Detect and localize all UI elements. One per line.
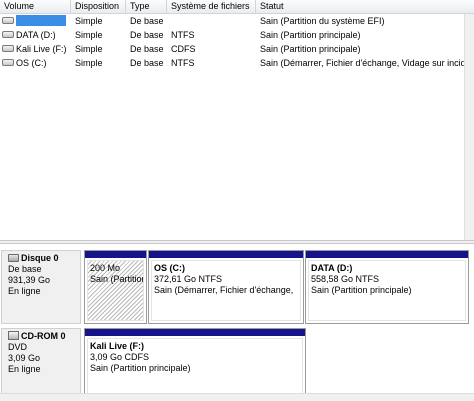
volume-status: Sain (Partition principale)	[260, 44, 361, 54]
partition-body: Kali Live (F:) 3,09 Go CDFS Sain (Partit…	[87, 338, 303, 395]
volume-name-cell: OS (C:)	[0, 56, 71, 70]
partition-name: OS (C:)	[154, 263, 185, 273]
cdrom-icon	[8, 331, 19, 341]
column-header-status[interactable]: Statut	[256, 0, 474, 14]
partition-size: 372,61 Go NTFS	[154, 274, 223, 284]
partition-data-d[interactable]: DATA (D:) 558,58 Go NTFS Sain (Partition…	[305, 250, 469, 324]
partition-size: 200 Mo	[90, 263, 121, 273]
volume-status: Sain (Démarrer, Fichier d'échange, Vidag…	[260, 58, 466, 68]
disk-state: En ligne	[8, 364, 41, 374]
partition-os-c[interactable]: OS (C:) 372,61 Go NTFS Sain (Démarrer, F…	[148, 250, 304, 324]
partition-kali-live-f[interactable]: Kali Live (F:) 3,09 Go CDFS Sain (Partit…	[84, 328, 306, 398]
partition-status: Sain (Partition principale)	[311, 285, 412, 295]
partition-bar	[85, 251, 146, 258]
volume-filesystem	[167, 14, 256, 28]
partition-body: OS (C:) 372,61 Go NTFS Sain (Démarrer, F…	[151, 260, 301, 321]
volume-status: Sain (Partition principale)	[260, 30, 361, 40]
volume-filesystem: NTFS	[171, 30, 195, 40]
column-header-disposition[interactable]: Disposition	[71, 0, 126, 14]
cdrom-volume-icon	[2, 45, 14, 53]
volume-list-scrollbar[interactable]	[464, 14, 474, 240]
partition-name: Kali Live (F:)	[90, 341, 145, 351]
disk-state: En ligne	[8, 286, 41, 296]
disk-size: 931,39 Go	[8, 275, 51, 285]
volume-layout: Simple	[75, 16, 103, 26]
disk-title: Disque 0	[21, 253, 59, 263]
disk-size: 3,09 Go	[8, 353, 41, 363]
disk-title: CD-ROM 0	[21, 331, 66, 341]
disk-map: Disque 0 De base 931,39 Go En ligne 200 …	[0, 244, 474, 401]
partition-size: 558,58 Go NTFS	[311, 274, 380, 284]
volume-name: DATA (D:)	[16, 30, 56, 40]
column-header-filesystem[interactable]: Système de fichiers	[167, 0, 256, 14]
volume-name-selected	[16, 15, 66, 27]
volume-name: OS (C:)	[16, 58, 47, 68]
volume-layout: Simple	[75, 44, 103, 54]
volume-type: De base	[130, 58, 164, 68]
volume-row[interactable]: Kali Live (F:) Simple De base CDFS Sain …	[0, 42, 474, 56]
volume-row[interactable]: OS (C:) Simple De base NTFS Sain (Démarr…	[0, 56, 474, 70]
volume-row[interactable]: Simple De base Sain (Partition du systèm…	[0, 14, 474, 28]
volume-name: Kali Live (F:)	[16, 44, 67, 54]
volume-layout: Simple	[75, 30, 103, 40]
partition-bar	[306, 251, 468, 258]
partition-body: DATA (D:) 558,58 Go NTFS Sain (Partition…	[308, 260, 466, 321]
volume-name-cell: DATA (D:)	[0, 28, 71, 42]
column-header-volume[interactable]: Volume	[0, 0, 71, 14]
volume-icon	[2, 59, 14, 67]
partition-bar	[85, 329, 305, 336]
volume-list: Volume Disposition Type Système de fichi…	[0, 0, 474, 240]
volume-name-cell: Kali Live (F:)	[0, 42, 71, 56]
volume-icon	[2, 31, 14, 39]
disk-kind: DVD	[8, 342, 28, 352]
volume-row[interactable]: DATA (D:) Simple De base NTFS Sain (Part…	[0, 28, 474, 42]
partition-name: DATA (D:)	[311, 263, 353, 273]
volume-type: De base	[130, 44, 164, 54]
partition-status: Sain (Partition principale)	[90, 363, 191, 373]
volume-type: De base	[130, 16, 164, 26]
partition-body: 200 Mo Sain (Partition	[87, 260, 144, 321]
partition-size: 3,09 Go CDFS	[90, 352, 150, 362]
column-header-type[interactable]: Type	[126, 0, 167, 14]
volume-filesystem: CDFS	[171, 44, 196, 54]
partition-status: Sain (Démarrer, Fichier d'échange,	[154, 285, 294, 295]
volume-status: Sain (Partition du système EFI)	[260, 16, 385, 26]
disk-0-label[interactable]: Disque 0 De base 931,39 Go En ligne	[1, 250, 81, 324]
volume-name-cell	[0, 14, 71, 28]
partition-status: Sain (Partition	[90, 274, 144, 284]
volume-list-header: Volume Disposition Type Système de fichi…	[0, 0, 474, 14]
volume-type: De base	[130, 30, 164, 40]
volume-filesystem: NTFS	[171, 58, 195, 68]
disk-kind: De base	[8, 264, 42, 274]
disk-map-scrollbar[interactable]	[0, 393, 474, 401]
volume-layout: Simple	[75, 58, 103, 68]
cdrom-0-label[interactable]: CD-ROM 0 DVD 3,09 Go En ligne	[1, 328, 81, 398]
partition-bar	[149, 251, 303, 258]
hard-disk-icon	[8, 253, 19, 262]
volume-icon	[2, 17, 14, 25]
partition-efi[interactable]: 200 Mo Sain (Partition	[84, 250, 147, 324]
